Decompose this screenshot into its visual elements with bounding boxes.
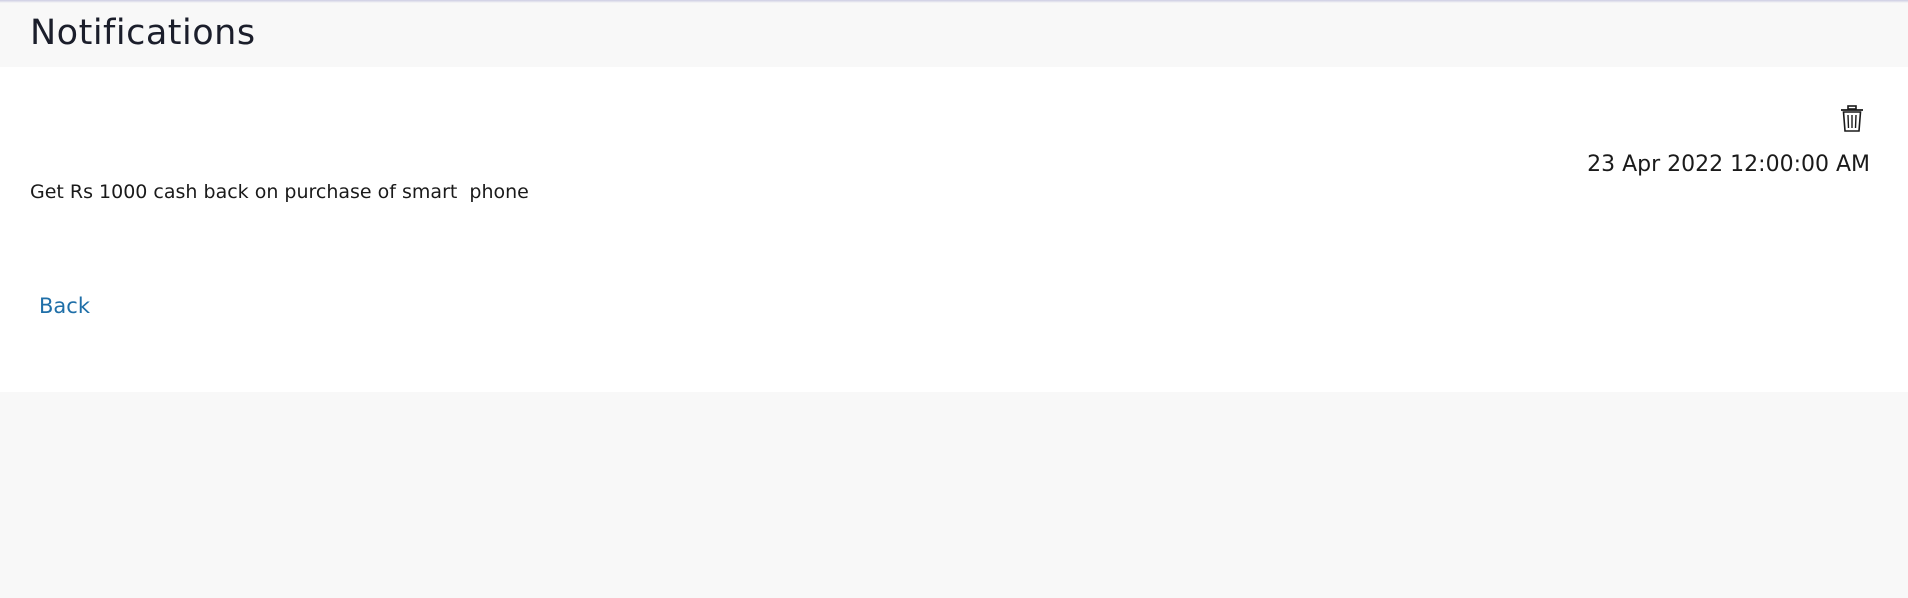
- delete-button[interactable]: [1839, 104, 1865, 134]
- notification-message: Get Rs 1000 cash back on purchase of sma…: [30, 181, 529, 203]
- page-header: Notifications: [0, 0, 1908, 67]
- trash-icon: [1839, 105, 1865, 137]
- page-title: Notifications: [30, 13, 256, 53]
- notification-panel: 23 Apr 2022 12:00:00 AM Get Rs 1000 cash…: [0, 67, 1908, 392]
- notification-timestamp: 23 Apr 2022 12:00:00 AM: [1587, 152, 1870, 177]
- top-shadow: [0, 0, 1908, 3]
- back-link[interactable]: Back: [39, 292, 90, 320]
